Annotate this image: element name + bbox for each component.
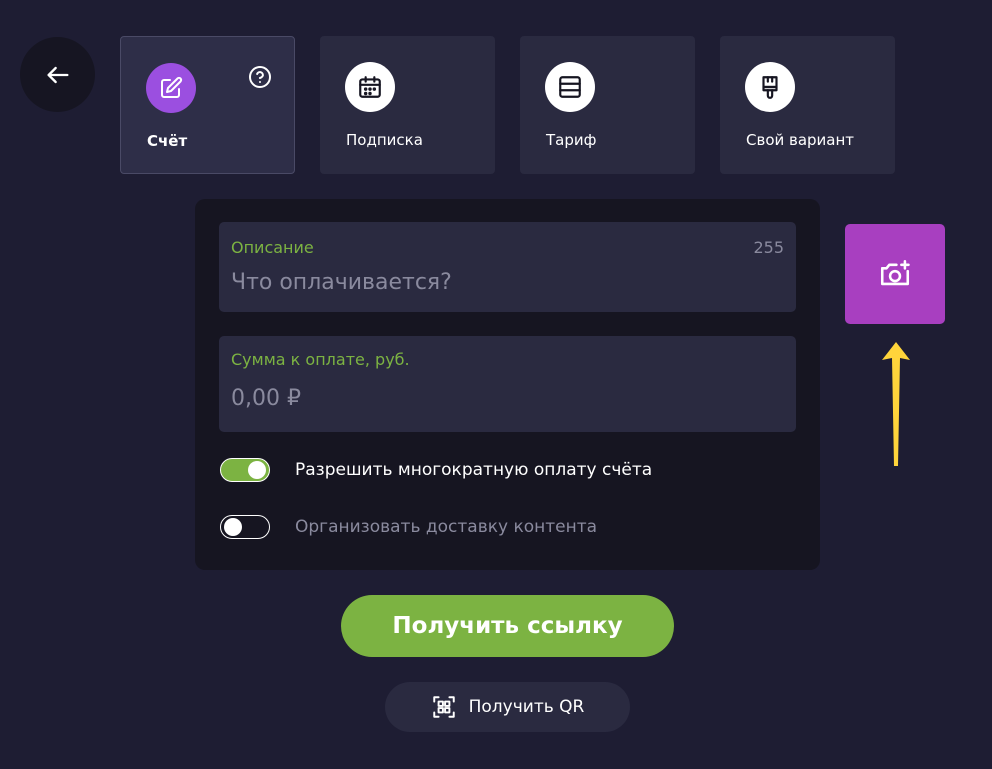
- add-photo-button[interactable]: [845, 224, 945, 324]
- tab-label: Подписка: [346, 131, 423, 149]
- back-button[interactable]: [20, 37, 95, 112]
- amount-label: Сумма к оплате, руб.: [231, 350, 410, 369]
- tab-label: Свой вариант: [746, 131, 855, 149]
- toggle-multiple-payment-row: Разрешить многократную оплату счёта: [220, 457, 652, 483]
- toggle-multiple-payment-label: Разрешить многократную оплату счёта: [295, 460, 653, 480]
- get-qr-button[interactable]: Получить QR: [385, 682, 630, 732]
- help-button[interactable]: [248, 65, 272, 89]
- brush-icon: [762, 76, 778, 99]
- calendar-icon: [359, 76, 381, 98]
- tab-invoice[interactable]: Счёт: [120, 36, 295, 174]
- tab-icon-wrap: [345, 62, 395, 112]
- switch-knob: [224, 518, 242, 536]
- description-field[interactable]: Описание 255: [219, 222, 796, 312]
- annotation-arrow-up-icon: [882, 342, 910, 466]
- toggle-content-delivery-row: Организовать доставку контента: [220, 514, 597, 540]
- description-input[interactable]: [231, 270, 771, 295]
- amount-input[interactable]: [231, 386, 771, 411]
- get-qr-label: Получить QR: [468, 697, 585, 717]
- amount-field[interactable]: Сумма к оплате, руб.: [219, 336, 796, 432]
- tab-icon-wrap: [146, 63, 196, 113]
- list-icon: [559, 76, 581, 98]
- tab-tariff[interactable]: Тариф: [520, 36, 695, 174]
- tab-icon-wrap: [545, 62, 595, 112]
- tab-custom[interactable]: Свой вариант: [720, 36, 895, 174]
- tab-icon-wrap: [745, 62, 795, 112]
- arrow-left-icon: [47, 66, 69, 83]
- description-label: Описание: [231, 238, 314, 257]
- get-link-button[interactable]: Получить ссылку: [341, 595, 674, 657]
- toggle-content-delivery-label: Организовать доставку контента: [295, 517, 598, 537]
- edit-icon: [161, 76, 183, 98]
- char-counter: 255: [753, 238, 784, 257]
- tab-label: Тариф: [546, 131, 597, 149]
- toggle-content-delivery[interactable]: [220, 515, 270, 539]
- qr-scan-icon: [432, 696, 455, 718]
- question-circle-icon: [249, 66, 271, 88]
- invoice-form-panel: Описание 255 Сумма к оплате, руб. Разреш…: [195, 199, 820, 570]
- switch-knob: [248, 461, 266, 479]
- tab-subscription[interactable]: Подписка: [320, 36, 495, 174]
- toggle-multiple-payment[interactable]: [220, 458, 270, 482]
- tab-label: Счёт: [147, 132, 188, 150]
- camera-plus-icon: [880, 259, 910, 286]
